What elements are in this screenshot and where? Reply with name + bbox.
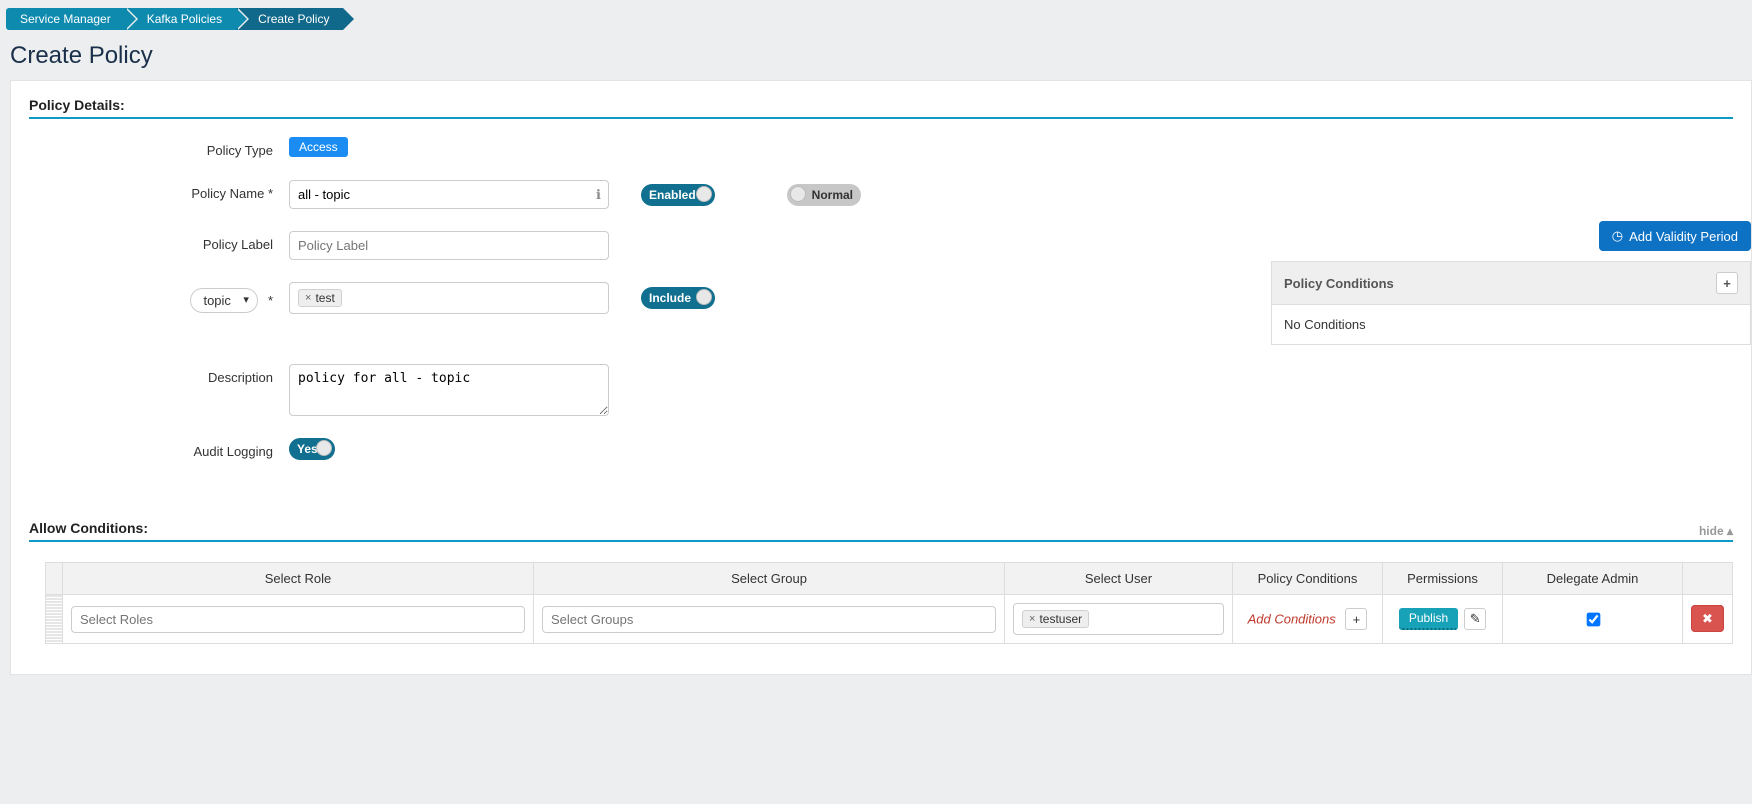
policy-label-input[interactable] [289,231,609,260]
description-textarea[interactable]: policy for all - topic [289,364,609,416]
policy-conditions-title: Policy Conditions [1284,276,1394,291]
label-audit-logging: Audit Logging [29,438,289,459]
col-delegate-admin: Delegate Admin [1503,563,1683,595]
add-conditions-plus-button[interactable]: + [1345,608,1367,630]
policy-form-card: Policy Details: Policy Type Access Polic… [10,80,1752,675]
policy-details-heading: Policy Details: [29,97,1733,119]
toggle-label: Include [649,291,691,305]
clock-icon: ◷ [1612,228,1623,244]
col-select-user: Select User [1005,563,1233,595]
close-icon: ✖ [1702,611,1713,626]
normal-toggle[interactable]: Normal [787,184,861,206]
toggle-label: Enabled [649,188,696,202]
add-validity-period-button[interactable]: ◷ Add Validity Period [1599,221,1751,251]
label-policy-label: Policy Label [29,231,289,252]
page-title: Create Policy [10,42,1742,70]
label-policy-type: Policy Type [29,137,289,158]
col-permissions: Permissions [1383,563,1503,595]
enabled-toggle[interactable]: Enabled [641,184,715,206]
breadcrumb-service-manager[interactable]: Service Manager [6,8,125,30]
audit-toggle[interactable]: Yes [289,438,335,460]
edit-permissions-button[interactable]: ✎ [1464,608,1486,630]
remove-tag-icon[interactable]: × [1029,613,1035,625]
user-tag[interactable]: × testuser [1022,610,1089,628]
select-roles-input[interactable] [71,606,525,633]
breadcrumb-kafka-policies[interactable]: Kafka Policies [125,8,236,30]
col-policy-conditions: Policy Conditions [1233,563,1383,595]
policy-name-input[interactable] [289,180,609,209]
policy-conditions-empty: No Conditions [1272,305,1750,344]
resource-tag[interactable]: × test [298,289,342,307]
add-conditions-link[interactable]: Add Conditions [1248,612,1336,627]
toggle-knob [696,186,712,202]
col-select-group: Select Group [534,563,1005,595]
include-toggle[interactable]: Include [641,287,715,309]
permission-publish-badge[interactable]: Publish [1399,608,1458,630]
policy-type-badge: Access [289,137,348,157]
info-icon: ℹ [596,187,601,203]
allow-conditions-title-text: Allow Conditions: [29,520,148,536]
table-row: × testuser Add Conditions + Publish [46,595,1733,644]
add-validity-label: Add Validity Period [1629,229,1738,244]
breadcrumb-create-policy[interactable]: Create Policy [236,8,343,30]
select-groups-input[interactable] [542,606,996,633]
col-select-role: Select Role [63,563,534,595]
breadcrumb: Service Manager Kafka Policies Create Po… [0,0,1752,36]
right-column: ◷ Add Validity Period Policy Conditions … [1271,221,1751,345]
policy-conditions-panel: Policy Conditions + No Conditions [1271,261,1751,345]
toggle-knob [316,440,332,456]
delete-row-button[interactable]: ✖ [1691,605,1724,632]
add-condition-button[interactable]: + [1716,272,1738,294]
delegate-admin-checkbox[interactable] [1586,612,1600,626]
pencil-icon: ✎ [1470,611,1481,627]
toggle-label: Yes [297,442,318,456]
allow-conditions-heading: Allow Conditions: hide ▴ [29,520,1733,542]
resource-type-select[interactable]: topic [190,288,257,313]
required-mark: * [268,293,273,308]
resource-tag-input[interactable]: × test [289,282,609,314]
toggle-knob [696,289,712,305]
user-tag-label: testuser [1039,612,1082,626]
remove-tag-icon[interactable]: × [305,292,311,304]
hide-allow-conditions-link[interactable]: hide ▴ [1699,520,1733,538]
row-drag-handle[interactable] [46,595,63,644]
resource-tag-label: test [315,291,334,305]
label-description: Description [29,364,289,385]
toggle-knob [790,186,806,202]
select-users-input[interactable]: × testuser [1013,603,1224,635]
allow-conditions-table: Select Role Select Group Select User Pol… [45,562,1733,644]
label-policy-name: Policy Name * [29,180,289,201]
toggle-label: Normal [812,188,853,202]
